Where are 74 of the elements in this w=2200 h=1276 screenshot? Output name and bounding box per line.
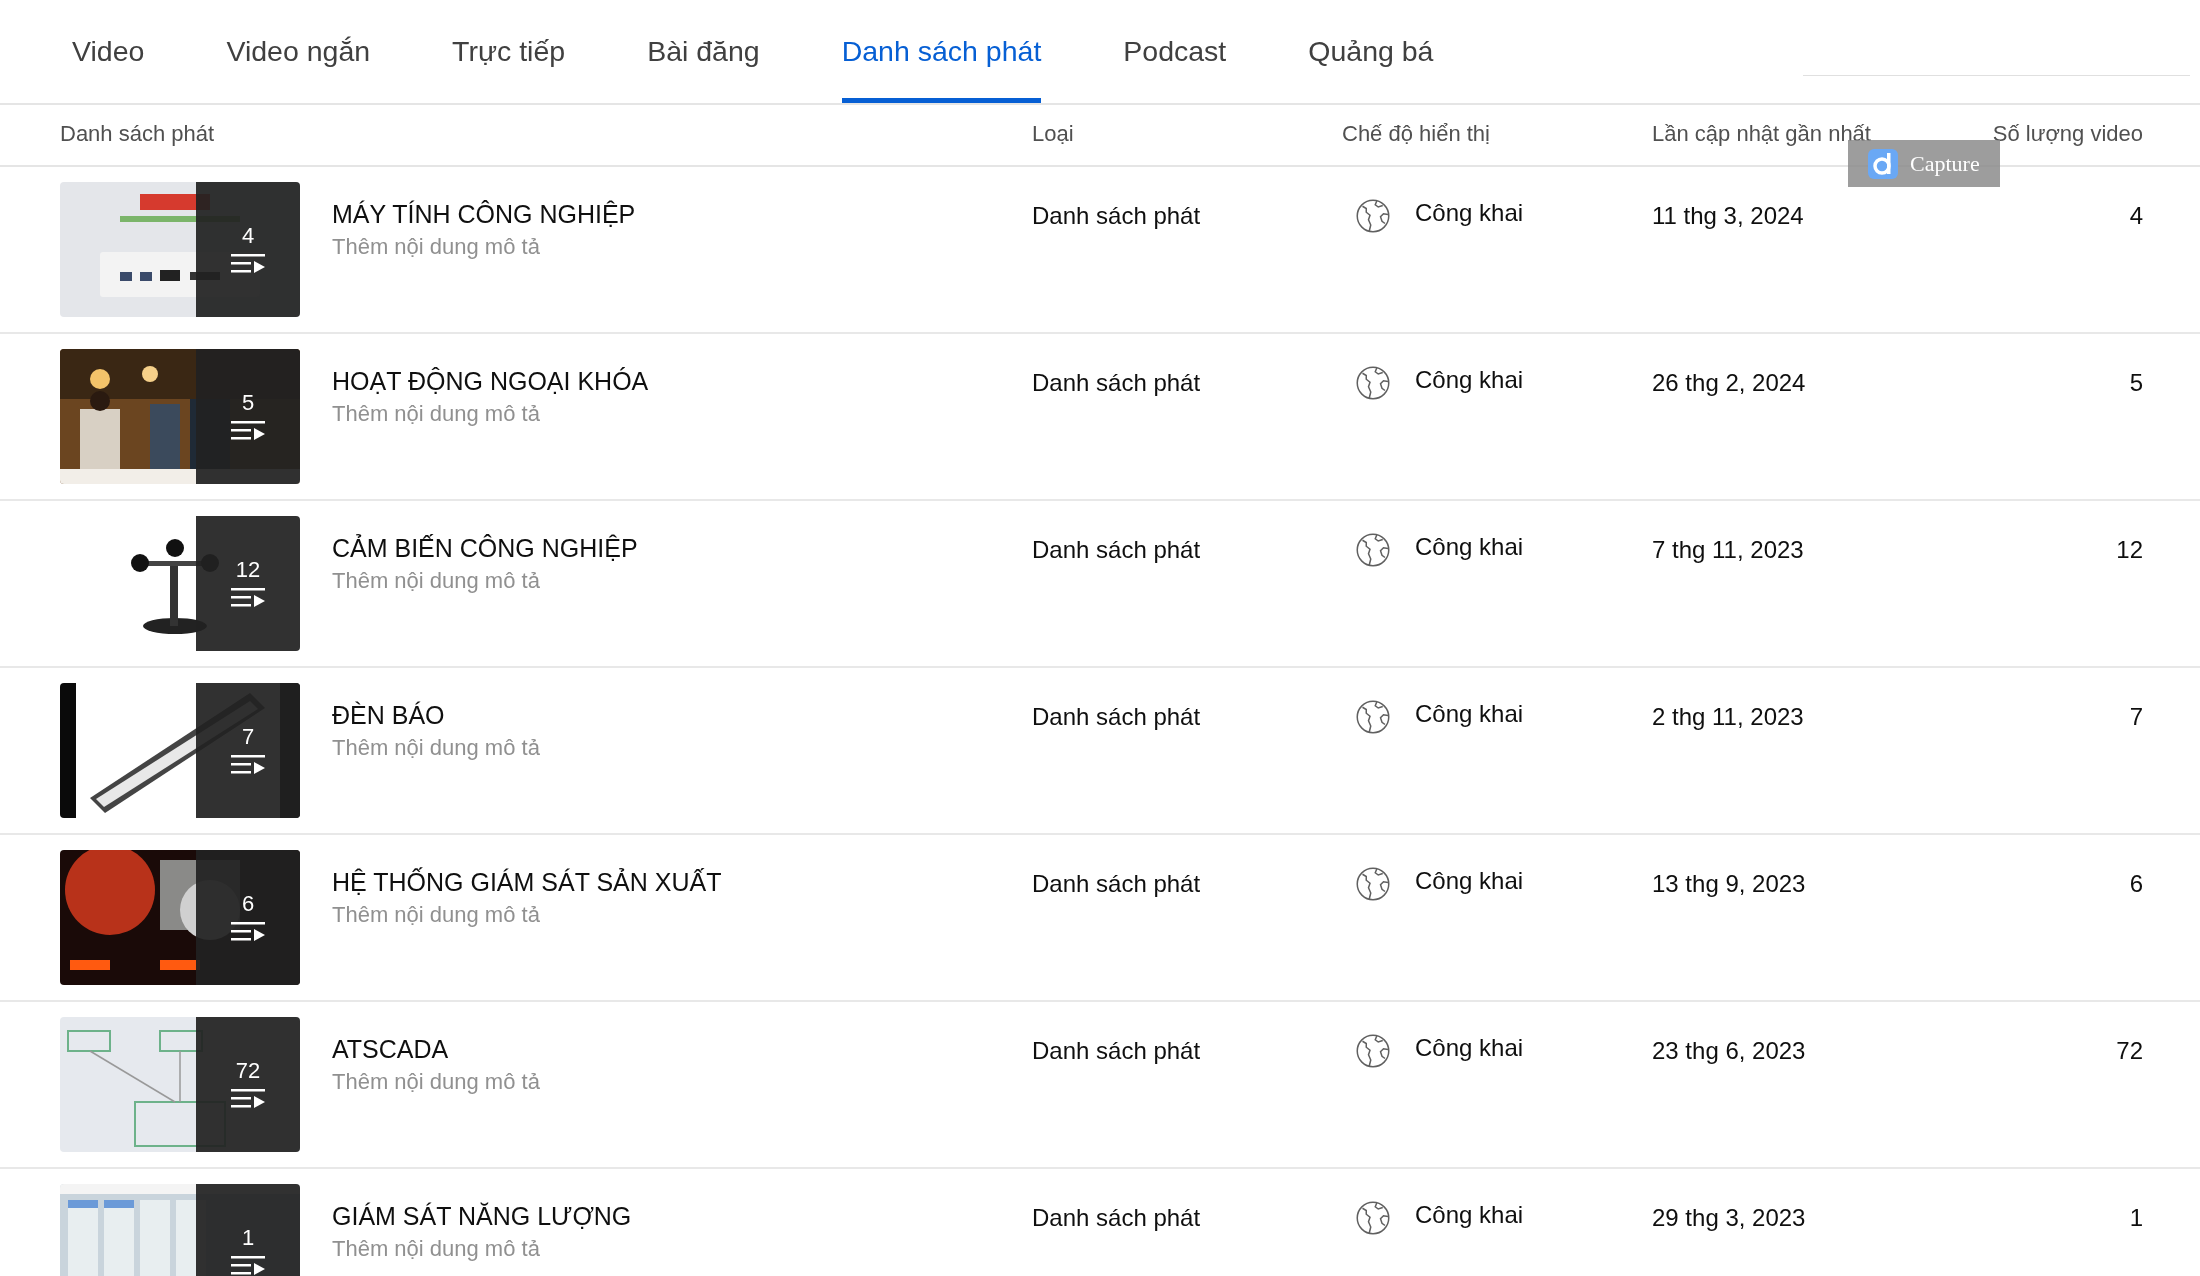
table-cell-text: Danh sách phát: [1032, 368, 1202, 398]
globe-icon: [1355, 866, 1391, 902]
globe-icon: [1355, 532, 1391, 568]
tab[interactable]: Bài đăng: [647, 0, 760, 103]
table-cell-text: Danh sách phát: [1032, 869, 1202, 899]
table-cell-text: Danh sách phát: [1032, 201, 1202, 231]
playlist-description: Thêm nội dung mô tả: [332, 1235, 541, 1263]
playlist-description: Thêm nội dung mô tả: [332, 734, 540, 762]
playlist-icon: [231, 1087, 265, 1110]
tab[interactable]: Quảng bá: [1308, 0, 1434, 103]
globe-icon: [1355, 699, 1391, 735]
table-cell-text: 13 thg 9, 2023: [1652, 869, 1807, 899]
table-cell-text: 7: [2129, 702, 2143, 732]
video-count: 6: [241, 892, 255, 915]
playlist-title[interactable]: CẢM BIẾN CÔNG NGHIỆP: [332, 533, 638, 563]
tab[interactable]: Podcast: [1123, 0, 1227, 103]
visibility-text: Công khai: [1415, 699, 1524, 729]
table-cell-text: 1: [2129, 1203, 2143, 1233]
visibility-text: Công khai: [1415, 532, 1524, 562]
table-cell-text: 4: [2129, 201, 2143, 231]
table-cell-text: 7 thg 11, 2023: [1652, 535, 1805, 565]
playlist-description: Thêm nội dung mô tả: [332, 400, 541, 428]
tab[interactable]: Danh sách phát: [841, 0, 1042, 103]
column-header: Danh sách phát: [60, 121, 216, 147]
globe-icon: [1355, 198, 1391, 234]
playlist-icon: [231, 920, 265, 943]
visibility-text: Công khai: [1415, 198, 1524, 228]
globe-icon: [1355, 365, 1391, 401]
playlist-title[interactable]: GIÁM SÁT NĂNG LƯỢNG: [332, 1201, 632, 1231]
table-cell-text: 26 thg 2, 2024: [1652, 368, 1807, 398]
video-count: 12: [235, 558, 261, 581]
playlist-title[interactable]: ĐÈN BÁO: [332, 700, 540, 730]
globe-icon: [1355, 1200, 1391, 1236]
table-cell-text: 2 thg 11, 2023: [1652, 702, 1805, 732]
tab[interactable]: Video: [72, 0, 145, 103]
playlist-icon: [231, 252, 265, 275]
playlist-title[interactable]: ATSCADA: [332, 1034, 540, 1064]
table-cell-text: Danh sách phát: [1032, 702, 1202, 732]
table-cell-text: 29 thg 3, 2023: [1652, 1203, 1807, 1233]
playlist-title[interactable]: HỆ THỐNG GIÁM SÁT SẢN XUẤT: [332, 867, 722, 897]
tab[interactable]: Video ngắn: [226, 0, 371, 103]
visibility-text: Công khai: [1415, 365, 1524, 395]
globe-icon: [1355, 1033, 1391, 1069]
table-cell-text: Danh sách phát: [1032, 1036, 1202, 1066]
playlist-description: Thêm nội dung mô tả: [332, 1068, 540, 1096]
table-cell-text: 5: [2129, 368, 2143, 398]
playlist-title[interactable]: HOẠT ĐỘNG NGOẠI KHÓA: [332, 366, 649, 396]
visibility-text: Công khai: [1415, 866, 1524, 896]
visibility-text: Công khai: [1415, 1200, 1524, 1230]
table-cell-text: 23 thg 6, 2023: [1652, 1036, 1807, 1066]
video-count: 7: [241, 725, 255, 748]
column-header: Loại: [1032, 121, 1075, 147]
table-cell-text: Danh sách phát: [1032, 1203, 1202, 1233]
table-cell-text: Danh sách phát: [1032, 535, 1202, 565]
video-count: 4: [241, 224, 255, 247]
playlist-icon: [231, 586, 265, 609]
playlist-icon: [231, 1254, 265, 1276]
tab[interactable]: Trực tiếp: [452, 0, 566, 103]
column-header: Chế độ hiển thị: [1342, 121, 1491, 147]
table-cell-text: 11 thg 3, 2024: [1652, 201, 1805, 231]
playlist-description: Thêm nội dung mô tả: [332, 901, 541, 929]
table-cell-text: 72: [2116, 1036, 2143, 1066]
video-count: 1: [241, 1226, 255, 1249]
playlist-description: Thêm nội dung mô tả: [332, 567, 541, 595]
table-cell-text: 6: [2129, 869, 2143, 899]
table-cell-text: 12: [2116, 535, 2143, 565]
playlist-title[interactable]: MÁY TÍNH CÔNG NGHIỆP: [332, 199, 636, 229]
playlist-description: Thêm nội dung mô tả: [332, 233, 541, 261]
playlist-icon: [231, 419, 265, 442]
video-count: 72: [235, 1059, 261, 1082]
playlist-icon: [231, 753, 265, 776]
visibility-text: Công khai: [1415, 1033, 1524, 1063]
video-count: 5: [241, 391, 255, 414]
capture-logo-icon: [1868, 148, 1898, 179]
